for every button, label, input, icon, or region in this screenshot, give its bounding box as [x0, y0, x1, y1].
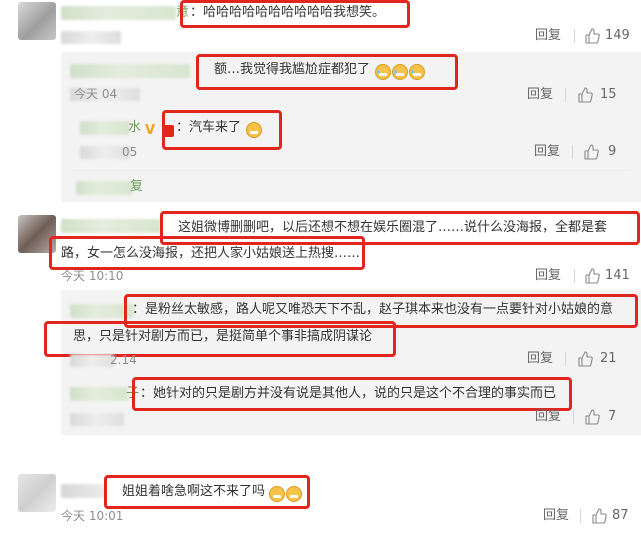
username[interactable] [61, 219, 161, 233]
reply-button[interactable]: 回复 [535, 28, 561, 44]
highlight-box [180, 0, 410, 28]
thumbs-up-icon[interactable] [577, 351, 593, 367]
more-replies-link[interactable] [76, 181, 132, 195]
username[interactable] [70, 387, 128, 401]
like-count: 149 [605, 28, 630, 43]
divider [572, 145, 573, 159]
like-count: 9 [608, 144, 617, 159]
avatar[interactable] [18, 474, 56, 512]
divider [565, 88, 566, 102]
divider [70, 170, 630, 171]
username[interactable] [70, 64, 190, 78]
timestamp-fragment: 2.14 [110, 353, 137, 367]
reply-button[interactable]: 回复 [535, 409, 561, 425]
reply-button[interactable]: 回复 [527, 351, 553, 367]
like-count: 7 [608, 409, 617, 424]
reply-button[interactable]: 回复 [535, 268, 561, 284]
thumbs-up-icon[interactable] [584, 28, 600, 44]
reply-name-tail: 水 [128, 120, 142, 135]
timestamp [70, 354, 114, 367]
highlight-box [132, 377, 572, 411]
avatar[interactable] [18, 2, 56, 40]
highlight-box [49, 236, 365, 270]
thumbs-up-icon[interactable] [584, 409, 600, 425]
timestamp: 今天 10:01 [61, 509, 124, 523]
divider [574, 29, 575, 43]
highlight-box [196, 54, 458, 90]
timestamp [61, 31, 121, 44]
divider [580, 509, 581, 523]
timestamp [70, 413, 124, 426]
divider [574, 269, 575, 283]
more-replies-text[interactable]: 复 [130, 178, 143, 196]
verified-v: V [145, 123, 156, 138]
verified-badge-icon: V [143, 119, 157, 138]
reply-button[interactable]: 回复 [534, 144, 560, 160]
thumbs-up-icon[interactable] [577, 87, 593, 103]
thumbs-up-icon[interactable] [584, 268, 600, 284]
reply-button[interactable]: 回复 [543, 508, 569, 524]
like-count: 87 [612, 508, 629, 523]
like-count: 141 [605, 268, 630, 283]
username[interactable] [61, 484, 105, 498]
timestamp: 今天 10:10 [61, 269, 124, 283]
timestamp-fragment: 05 [122, 145, 138, 159]
highlight-box [44, 321, 396, 357]
username[interactable] [61, 6, 176, 20]
like-count: 15 [600, 87, 617, 102]
timestamp-fragment: 今天 04 [74, 87, 118, 101]
reply-button[interactable]: 回复 [527, 87, 553, 103]
highlight-box [104, 475, 310, 509]
divider [573, 410, 574, 424]
thumbs-up-icon[interactable] [591, 508, 607, 524]
divider [565, 352, 566, 366]
thumbs-up-icon[interactable] [583, 144, 599, 160]
like-count: 21 [600, 351, 617, 366]
highlight-box [162, 110, 282, 150]
username[interactable] [80, 121, 130, 135]
